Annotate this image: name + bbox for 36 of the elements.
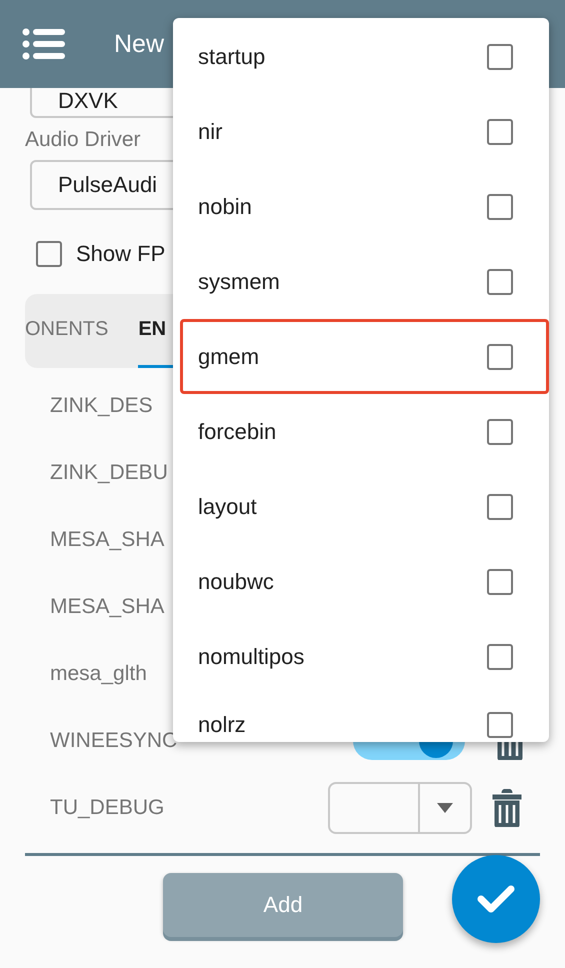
menu-item[interactable]: nir	[198, 118, 222, 144]
caret-icon	[437, 802, 453, 812]
option-checkbox[interactable]	[487, 194, 513, 220]
option-checkbox[interactable]	[487, 568, 513, 594]
menu-item[interactable]: nomultipos	[198, 644, 304, 670]
variable-name: MESA_SHA	[50, 528, 166, 552]
variable-name: mesa_glth	[50, 662, 148, 686]
show-fps-label: Show FP	[76, 241, 166, 267]
confirm-button[interactable]	[452, 855, 540, 943]
menu-item[interactable]: forcebin	[198, 418, 276, 444]
show-fps-checkbox[interactable]	[36, 241, 62, 267]
screen-title: New	[114, 30, 164, 58]
menu-item[interactable]: noubwc	[198, 568, 274, 594]
menu-item[interactable]: gmem	[198, 344, 260, 370]
audio-driver-label: Audio Driver	[25, 128, 141, 152]
variable-name: TU_DEBUG	[50, 796, 166, 820]
trash-icon[interactable]	[492, 788, 522, 826]
option-checkbox[interactable]	[487, 644, 513, 670]
variable-name: WINEESYNC	[50, 728, 178, 752]
option-checkbox[interactable]	[487, 118, 513, 144]
tab[interactable]: ONENTS	[25, 294, 108, 368]
menu-icon[interactable]	[22, 28, 66, 60]
menu-item[interactable]: sysmem	[198, 268, 280, 294]
menu-item[interactable]: layout	[198, 494, 257, 520]
menu-item[interactable]: startup	[198, 44, 266, 70]
option-checkbox[interactable]	[487, 418, 513, 444]
option-checkbox[interactable]	[487, 712, 513, 738]
option-checkbox[interactable]	[487, 344, 513, 370]
option-checkbox[interactable]	[487, 268, 513, 294]
variable-name: ZINK_DES	[50, 394, 154, 418]
option-checkbox[interactable]	[487, 44, 513, 70]
option-checkbox[interactable]	[487, 494, 513, 520]
variable-name: MESA_SHA	[50, 594, 166, 618]
menu-item[interactable]: nolrz	[198, 712, 246, 738]
check-icon	[477, 884, 515, 914]
variable-name: ZINK_DEBU	[50, 460, 169, 484]
